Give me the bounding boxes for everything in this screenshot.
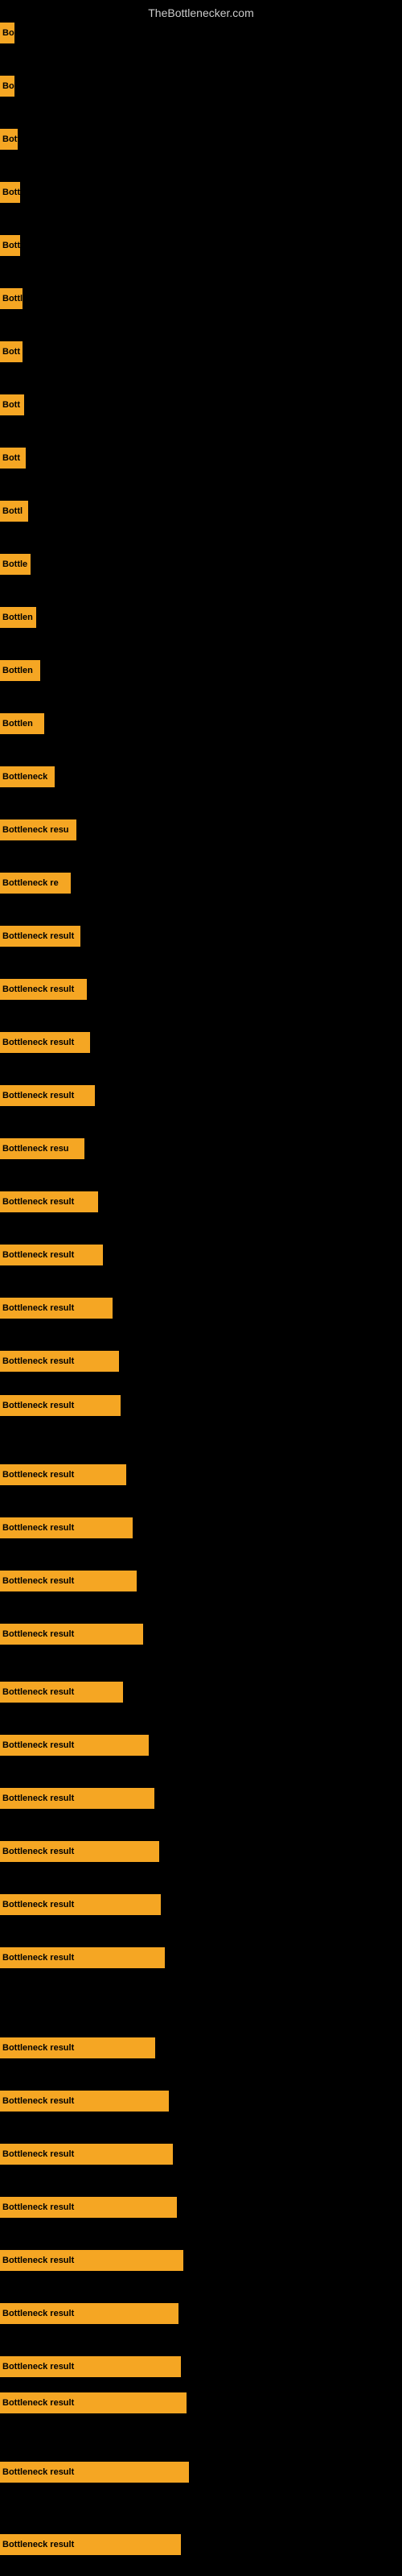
- bar-item: Bott: [0, 341, 23, 362]
- bar-label: Bottleneck result: [2, 2398, 74, 2408]
- bar-label: Bott: [2, 134, 18, 144]
- bar-label: Bottleneck result: [2, 2540, 74, 2549]
- bar-label: Bottleneck re: [2, 878, 59, 888]
- bar-item: Bottleneck result: [0, 979, 87, 1000]
- bar-label: Bottleneck result: [2, 1794, 74, 1803]
- bar-item: Bottleneck resu: [0, 1138, 84, 1159]
- bar-label: Bottleneck result: [2, 1401, 74, 1410]
- bar-item: Bottl: [0, 288, 23, 309]
- bar-label: Bott: [2, 453, 20, 463]
- bar-item: Bottleneck result: [0, 1464, 126, 1485]
- bar-label: Bottleneck result: [2, 1523, 74, 1533]
- bar-item: Bottleneck result: [0, 1788, 154, 1809]
- bar-label: Bottleneck result: [2, 1356, 74, 1366]
- bar-item: Bottleneck result: [0, 1085, 95, 1106]
- bar-label: Bottleneck result: [2, 1303, 74, 1313]
- bar-item: Bottleneck result: [0, 1245, 103, 1265]
- bar-item: Bottleneck re: [0, 873, 71, 894]
- bar-label: Bottleneck result: [2, 931, 74, 941]
- bar-label: Bottleneck result: [2, 1629, 74, 1639]
- bar-item: Bottleneck result: [0, 1841, 159, 1862]
- bar-item: Bottleneck result: [0, 2392, 187, 2413]
- bar-label: Bott: [2, 188, 20, 197]
- bar-label: Bottleneck result: [2, 1900, 74, 1909]
- bar-label: Bottleneck result: [2, 2043, 74, 2053]
- bar-item: Bottleneck result: [0, 2534, 181, 2555]
- bar-item: Bottleneck result: [0, 1191, 98, 1212]
- bar-item: Bottleneck result: [0, 1682, 123, 1703]
- bar-item: Bott: [0, 394, 24, 415]
- bar-label: Bottleneck result: [2, 1197, 74, 1207]
- bar-item: Bott: [0, 182, 20, 203]
- bar-label: Bott: [2, 400, 20, 410]
- bar-item: Bott: [0, 235, 20, 256]
- bar-item: Bottleneck: [0, 766, 55, 787]
- bar-item: Bottleneck result: [0, 2197, 177, 2218]
- bar-item: Bottleneck result: [0, 2091, 169, 2112]
- bar-label: Bottleneck result: [2, 1091, 74, 1100]
- bar-item: Bottlen: [0, 607, 36, 628]
- bar-label: Bott: [2, 347, 20, 357]
- bar-item: Bottleneck result: [0, 1032, 90, 1053]
- bar-item: Bottleneck result: [0, 2250, 183, 2271]
- bar-item: Bottleneck result: [0, 1351, 119, 1372]
- bar-label: Bottleneck result: [2, 1953, 74, 1963]
- bar-label: Bottleneck result: [2, 1847, 74, 1856]
- bar-label: Bottleneck result: [2, 2096, 74, 2106]
- bar-label: Bo: [2, 81, 14, 91]
- bar-label: Bottleneck result: [2, 1250, 74, 1260]
- bar-label: Bottle: [2, 559, 27, 569]
- bar-label: Bottl: [2, 506, 23, 516]
- bar-item: Bottleneck result: [0, 2303, 178, 2324]
- bar-item: Bottleneck resu: [0, 819, 76, 840]
- bar-label: Bottleneck result: [2, 1740, 74, 1750]
- bar-label: Bottlen: [2, 666, 33, 675]
- bar-item: Bott: [0, 448, 26, 469]
- bar-label: Bottleneck result: [2, 1038, 74, 1047]
- bar-item: Bottlen: [0, 660, 40, 681]
- bar-label: Bottleneck result: [2, 1687, 74, 1697]
- bar-item: Bottleneck result: [0, 1571, 137, 1591]
- bar-label: Bottleneck result: [2, 2256, 74, 2265]
- bar-label: Bott: [2, 241, 20, 250]
- bar-item: Bo: [0, 76, 14, 97]
- bar-item: Bottleneck result: [0, 1947, 165, 1968]
- bar-item: Bottleneck result: [0, 926, 80, 947]
- bar-item: Bottle: [0, 554, 31, 575]
- bar-label: Bottlen: [2, 719, 33, 729]
- bar-label: Bottleneck result: [2, 2149, 74, 2159]
- bar-item: Bottleneck result: [0, 1298, 113, 1319]
- bar-item: Bottleneck result: [0, 1735, 149, 1756]
- site-title: TheBottlenecker.com: [0, 0, 402, 23]
- bar-label: Bottleneck resu: [2, 1144, 69, 1154]
- bar-label: Bottleneck result: [2, 1470, 74, 1480]
- bar-label: Bottleneck: [2, 772, 47, 782]
- bar-item: Bottleneck result: [0, 2037, 155, 2058]
- bar-label: Bottleneck result: [2, 985, 74, 994]
- bar-label: Bottleneck result: [2, 1576, 74, 1586]
- bar-label: Bottleneck result: [2, 2202, 74, 2212]
- bar-label: Bottlen: [2, 613, 33, 622]
- bar-item: Bottleneck result: [0, 2462, 189, 2483]
- bar-item: Bott: [0, 129, 18, 150]
- bar-label: Bottleneck result: [2, 2467, 74, 2477]
- bar-label: Bottl: [2, 294, 23, 303]
- bar-item: Bottleneck result: [0, 1395, 121, 1416]
- bar-item: Bottleneck result: [0, 2144, 173, 2165]
- bar-label: Bottleneck result: [2, 2362, 74, 2372]
- bar-item: Bottleneck result: [0, 2356, 181, 2377]
- bar-item: Bottlen: [0, 713, 44, 734]
- bar-label: Bo: [2, 28, 14, 38]
- bar-label: Bottleneck resu: [2, 825, 69, 835]
- bar-item: Bottleneck result: [0, 1894, 161, 1915]
- bar-label: Bottleneck result: [2, 2309, 74, 2318]
- bar-item: Bottleneck result: [0, 1624, 143, 1645]
- bar-item: Bottl: [0, 501, 28, 522]
- bar-item: Bottleneck result: [0, 1517, 133, 1538]
- bar-item: Bo: [0, 23, 14, 43]
